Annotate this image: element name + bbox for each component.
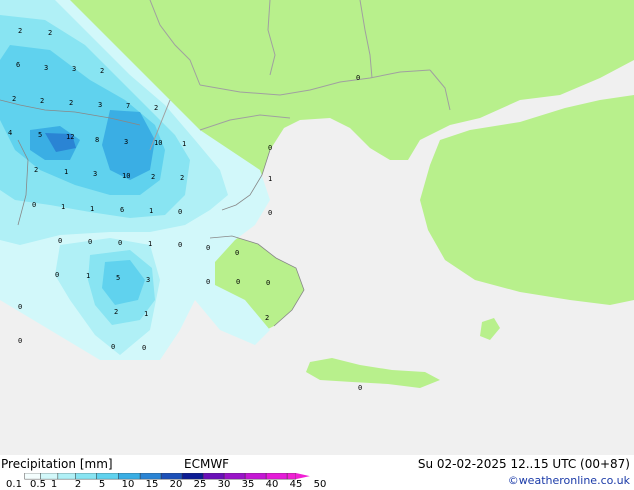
precip-value-label: 0 <box>58 237 62 245</box>
legend-tick-label: 1 <box>50 479 58 490</box>
precip-value-label: 0 <box>356 74 360 82</box>
legend-tick-label: 45 <box>289 479 303 490</box>
precip-value-label: 7 <box>126 102 130 110</box>
footer-bar: Precipitation [mm] ECMWF Su 02-02-2025 1… <box>0 455 634 490</box>
precip-value-label: 1 <box>90 205 94 213</box>
precip-value-label: 0 <box>236 278 240 286</box>
precip-value-label: 2 <box>34 166 38 174</box>
legend-swatch <box>57 473 76 480</box>
precip-value-label: 1 <box>182 140 186 148</box>
precip-value-label: 3 <box>98 101 102 109</box>
precip-value-label: 0 <box>118 239 122 247</box>
precip-value-label: 2 <box>12 95 16 103</box>
precip-value-label: 1 <box>148 240 152 248</box>
precip-value-label: 12 <box>66 133 74 141</box>
precip-value-label: 1 <box>268 175 272 183</box>
legend-tick-label: 0.5 <box>30 479 46 490</box>
precip-value-label: 2 <box>18 27 22 35</box>
precip-value-label: 0 <box>88 238 92 246</box>
legend-title: Precipitation [mm] <box>1 457 113 471</box>
precip-value-label: 3 <box>146 276 150 284</box>
precip-value-label: 2 <box>265 314 269 322</box>
precip-value-label: 1 <box>64 168 68 176</box>
precip-value-label: 0 <box>206 244 210 252</box>
precip-value-label: 2 <box>151 173 155 181</box>
valid-datetime: Su 02-02-2025 12..15 UTC (00+87) <box>417 457 630 471</box>
precip-value-label: 3 <box>93 170 97 178</box>
precip-value-label: 0 <box>358 384 362 392</box>
precip-value-label: 1 <box>144 310 148 318</box>
precip-value-label: 10 <box>122 172 130 180</box>
precip-value-label: 2 <box>180 174 184 182</box>
precip-value-label: 0 <box>178 241 182 249</box>
precip-value-label: 0 <box>55 271 59 279</box>
precip-value-label: 1 <box>61 203 65 211</box>
legend-tick-label: 25 <box>193 479 207 490</box>
legend-tick-label: 40 <box>265 479 279 490</box>
precip-value-label: 0 <box>206 278 210 286</box>
precip-value-label: 0 <box>268 144 272 152</box>
precip-value-label: 2 <box>154 104 158 112</box>
legend-tick-label: 10 <box>121 479 135 490</box>
precip-value-label: 2 <box>48 29 52 37</box>
precip-value-label: 3 <box>72 65 76 73</box>
precip-value-label: 0 <box>18 337 22 345</box>
precip-value-label: 0 <box>266 279 270 287</box>
precip-value-label: 2 <box>100 67 104 75</box>
precip-value-label: 0 <box>268 209 272 217</box>
precip-value-label: 0 <box>178 208 182 216</box>
precip-value-label: 10 <box>154 139 162 147</box>
precip-value-label: 1 <box>86 272 90 280</box>
precip-value-label: 2 <box>114 308 118 316</box>
legend-tick-label: 0.1 <box>6 479 22 490</box>
precip-value-label: 0 <box>235 249 239 257</box>
precip-value-label: 5 <box>38 131 42 139</box>
credit-link[interactable]: ©weatheronline.co.uk <box>508 474 630 488</box>
precip-value-label: 0 <box>142 344 146 352</box>
legend-tick-label: 15 <box>145 479 159 490</box>
precip-value-label: 3 <box>124 138 128 146</box>
legend-tick-label: 35 <box>241 479 255 490</box>
precip-value-label: 5 <box>116 274 120 282</box>
precip-value-label: 3 <box>44 64 48 72</box>
precip-value-label: 0 <box>32 201 36 209</box>
legend-tick-label: 2 <box>74 479 82 490</box>
precip-value-label: 1 <box>149 207 153 215</box>
model-name: ECMWF <box>184 457 230 471</box>
legend-tick-label: 30 <box>217 479 231 490</box>
precip-value-label: 6 <box>120 206 124 214</box>
precip-value-label: 2 <box>40 97 44 105</box>
legend-tick-label: 50 <box>313 479 327 490</box>
legend-tick-label: 5 <box>98 479 106 490</box>
legend-tick-label: 20 <box>169 479 183 490</box>
precip-value-label: 0 <box>18 303 22 311</box>
precip-value-label: 0 <box>111 343 115 351</box>
precipitation-map: 2 26 3 3 22 2 2 3 7 24 5 12 8 3 10 12 1 3 10 2 20 1 1 6 1 00 0 0 1 00… <box>0 0 634 455</box>
precip-value-label: 4 <box>8 129 12 137</box>
precip-value-label: 8 <box>95 136 99 144</box>
precip-value-label: 6 <box>16 61 20 69</box>
precip-value-label: 2 <box>69 99 73 107</box>
